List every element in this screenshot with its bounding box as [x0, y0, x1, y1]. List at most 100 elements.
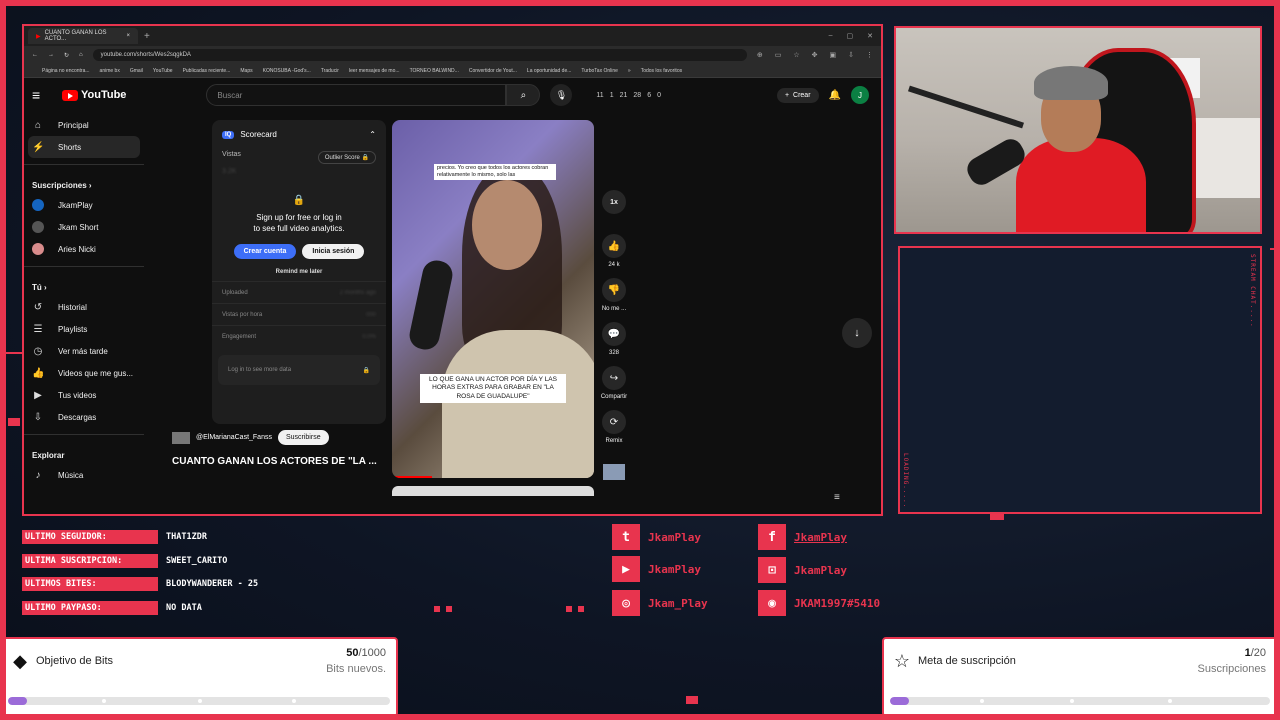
- chevron-up-icon[interactable]: ⌃: [369, 130, 376, 139]
- lock-icon: 🔒: [361, 155, 369, 161]
- sidebar-item-label: Ver más tarde: [58, 346, 108, 356]
- close-window-icon[interactable]: ✕: [867, 32, 873, 40]
- window-controls: – ▢ ✕: [829, 32, 881, 40]
- bookmark-item[interactable]: leer mensajes de mo...: [349, 68, 400, 74]
- extension-stats[interactable]: 11 1 21 28 6 0: [596, 92, 661, 99]
- bookmark-item[interactable]: Traducir: [321, 68, 339, 74]
- zoom-icon[interactable]: ⊕: [757, 51, 763, 59]
- sidebar-sub-jkam-short[interactable]: Jkam Short: [24, 216, 144, 238]
- channel-name[interactable]: @ElMarianaCast_Fanss: [196, 434, 272, 441]
- outlier-score-badge[interactable]: Outlier Score 🔒: [317, 151, 376, 164]
- sound-thumbnail[interactable]: [603, 464, 625, 480]
- bookmark-item[interactable]: »: [628, 68, 631, 74]
- sidebar-item-label: Jkam Short: [58, 222, 99, 232]
- bookmark-item[interactable]: TurboTax Online: [581, 68, 618, 74]
- channel-avatar[interactable]: [172, 431, 190, 444]
- back-icon[interactable]: ←: [32, 52, 38, 58]
- sidebar-item-principal[interactable]: ⌂ Principal: [24, 114, 144, 136]
- youtube-icon: ▶: [612, 556, 640, 582]
- list-icon[interactable]: ≡: [834, 492, 840, 503]
- subscribe-button[interactable]: Suscribirse: [277, 430, 329, 445]
- sidebar-item-playlists[interactable]: ☰ Playlists: [24, 318, 144, 340]
- download-icon[interactable]: ⇩: [848, 51, 854, 59]
- browser-tab[interactable]: ▶ CUANTO GANAN LOS ACTO... ×: [28, 28, 138, 44]
- short-video-player[interactable]: precios. Yo creo que todos los actores c…: [392, 120, 594, 478]
- info-value: SWEET_CARITO: [166, 556, 228, 566]
- search-button[interactable]: ⌕: [506, 84, 541, 106]
- avatar[interactable]: J: [851, 86, 869, 104]
- bookmark-item[interactable]: anime bx: [100, 68, 120, 74]
- sidebar-item-videos-que-me-gus-[interactable]: 👍 Videos que me gus...: [24, 362, 144, 384]
- menu-icon[interactable]: ⋮: [866, 51, 873, 59]
- scorecard-more-row[interactable]: Log in to see more data 🔒: [218, 355, 380, 386]
- minimize-icon[interactable]: –: [829, 32, 833, 40]
- sidebar-sub-jkamplay[interactable]: JkamPlay: [24, 194, 144, 216]
- notifications-bell-icon[interactable]: 🔔: [829, 90, 841, 101]
- subscriptions-heading[interactable]: Suscripciones ›: [24, 171, 144, 194]
- comments-button[interactable]: 💬: [602, 322, 626, 346]
- sidebar-item-ver-m-s-tarde[interactable]: ◷ Ver más tarde: [24, 340, 144, 362]
- youtube-logo[interactable]: YouTube: [62, 89, 126, 101]
- stream-chat-label: STREAM CHAT.....: [1249, 254, 1256, 328]
- social-link[interactable]: t JkamPlay: [612, 524, 701, 550]
- bookmark-item[interactable]: Maps: [240, 68, 252, 74]
- bookmark-item[interactable]: Todos los favoritos: [641, 68, 682, 74]
- remix-label: Remix: [605, 438, 623, 444]
- thumbs-up-icon: 👍: [607, 240, 621, 252]
- signup-prompt: Sign up for free or log in to see full v…: [212, 206, 386, 240]
- reload-icon[interactable]: ↻: [64, 52, 69, 59]
- next-short-button[interactable]: ↓: [842, 318, 872, 348]
- url-field[interactable]: youtube.com/shorts/Wes2sqgkDA: [92, 49, 747, 61]
- cast-icon[interactable]: ▭: [775, 51, 782, 59]
- explore-heading[interactable]: Explorar: [24, 441, 144, 464]
- remix-button[interactable]: ⟳: [602, 410, 626, 434]
- sidebar-item-m-sica[interactable]: ♪ Música: [24, 464, 144, 486]
- scorecard-stat-row: Engagement 0.0%: [212, 325, 386, 347]
- short-actions: 1x 👍 24 k 👎 No me ... 💬 328 ↪ Compartir …: [596, 190, 632, 480]
- star-icon[interactable]: ☆: [793, 51, 799, 59]
- voice-search-button[interactable]: 🎙: [550, 84, 573, 106]
- close-icon[interactable]: ×: [126, 33, 130, 39]
- bookmark-item[interactable]: Gmail: [130, 68, 143, 74]
- hamburger-menu-icon[interactable]: ≡: [32, 87, 52, 103]
- social-link[interactable]: ▶ JkamPlay: [612, 556, 701, 582]
- sidebar-icon[interactable]: ▣: [830, 51, 837, 59]
- scorecard-header[interactable]: IQ Scorecard ⌃: [212, 120, 386, 149]
- bookmark-item[interactable]: TORNEO BALWIND...: [410, 68, 459, 74]
- bookmark-item[interactable]: Convertidor de Yout...: [469, 68, 517, 74]
- sidebar-sub-aries-nicki[interactable]: Aries Nicki: [24, 238, 144, 260]
- bookmark-item[interactable]: KONOSUBA -God's...: [263, 68, 311, 74]
- sidebar-item-descargas[interactable]: ⇩ Descargas: [24, 406, 144, 428]
- create-button[interactable]: + Crear: [776, 87, 819, 103]
- video-progress-bar[interactable]: [392, 476, 432, 478]
- new-tab-button[interactable]: +: [144, 31, 150, 42]
- playback-speed-button[interactable]: 1x: [602, 190, 626, 214]
- next-short-preview[interactable]: [392, 486, 594, 496]
- create-account-button[interactable]: Crear cuenta: [233, 244, 297, 260]
- you-heading[interactable]: Tú ›: [24, 273, 144, 296]
- bookmark-item[interactable]: La oportunidad de...: [527, 68, 571, 74]
- social-link[interactable]: ◎ Jkam_Play: [612, 590, 708, 616]
- bookmark-item[interactable]: Publicadas reciente...: [183, 68, 231, 74]
- sidebar-item-historial[interactable]: ↺ Historial: [24, 296, 144, 318]
- share-button[interactable]: ↪: [602, 366, 626, 390]
- like-button[interactable]: 👍: [602, 234, 626, 258]
- video-figure-face: [472, 180, 542, 270]
- social-link[interactable]: ◉ JKAM1997#5410: [758, 590, 880, 616]
- login-button[interactable]: Inicia sesión: [302, 244, 365, 260]
- webcam-feed: [894, 26, 1262, 234]
- sidebar-item-tus-videos[interactable]: ▶ Tus videos: [24, 384, 144, 406]
- social-link[interactable]: f JkamPlay: [758, 524, 847, 550]
- bookmark-item[interactable]: YouTube: [153, 68, 173, 74]
- short-title[interactable]: CUANTO GANAN LOS ACTORES DE "LA ...: [172, 456, 377, 467]
- extensions-icon[interactable]: ✥: [812, 51, 818, 59]
- sidebar-item-shorts[interactable]: ⚡ Shorts: [28, 136, 140, 158]
- forward-icon[interactable]: →: [48, 52, 54, 58]
- maximize-icon[interactable]: ▢: [847, 32, 854, 40]
- bookmark-item[interactable]: Página no encontra...: [42, 68, 90, 74]
- dislike-button[interactable]: 👎: [602, 278, 626, 302]
- remind-later-link[interactable]: Remind me later: [212, 263, 386, 281]
- social-link[interactable]: ⊡ JkamPlay: [758, 557, 847, 583]
- search-input[interactable]: Buscar: [206, 84, 507, 106]
- home-icon[interactable]: ⌂: [79, 52, 83, 58]
